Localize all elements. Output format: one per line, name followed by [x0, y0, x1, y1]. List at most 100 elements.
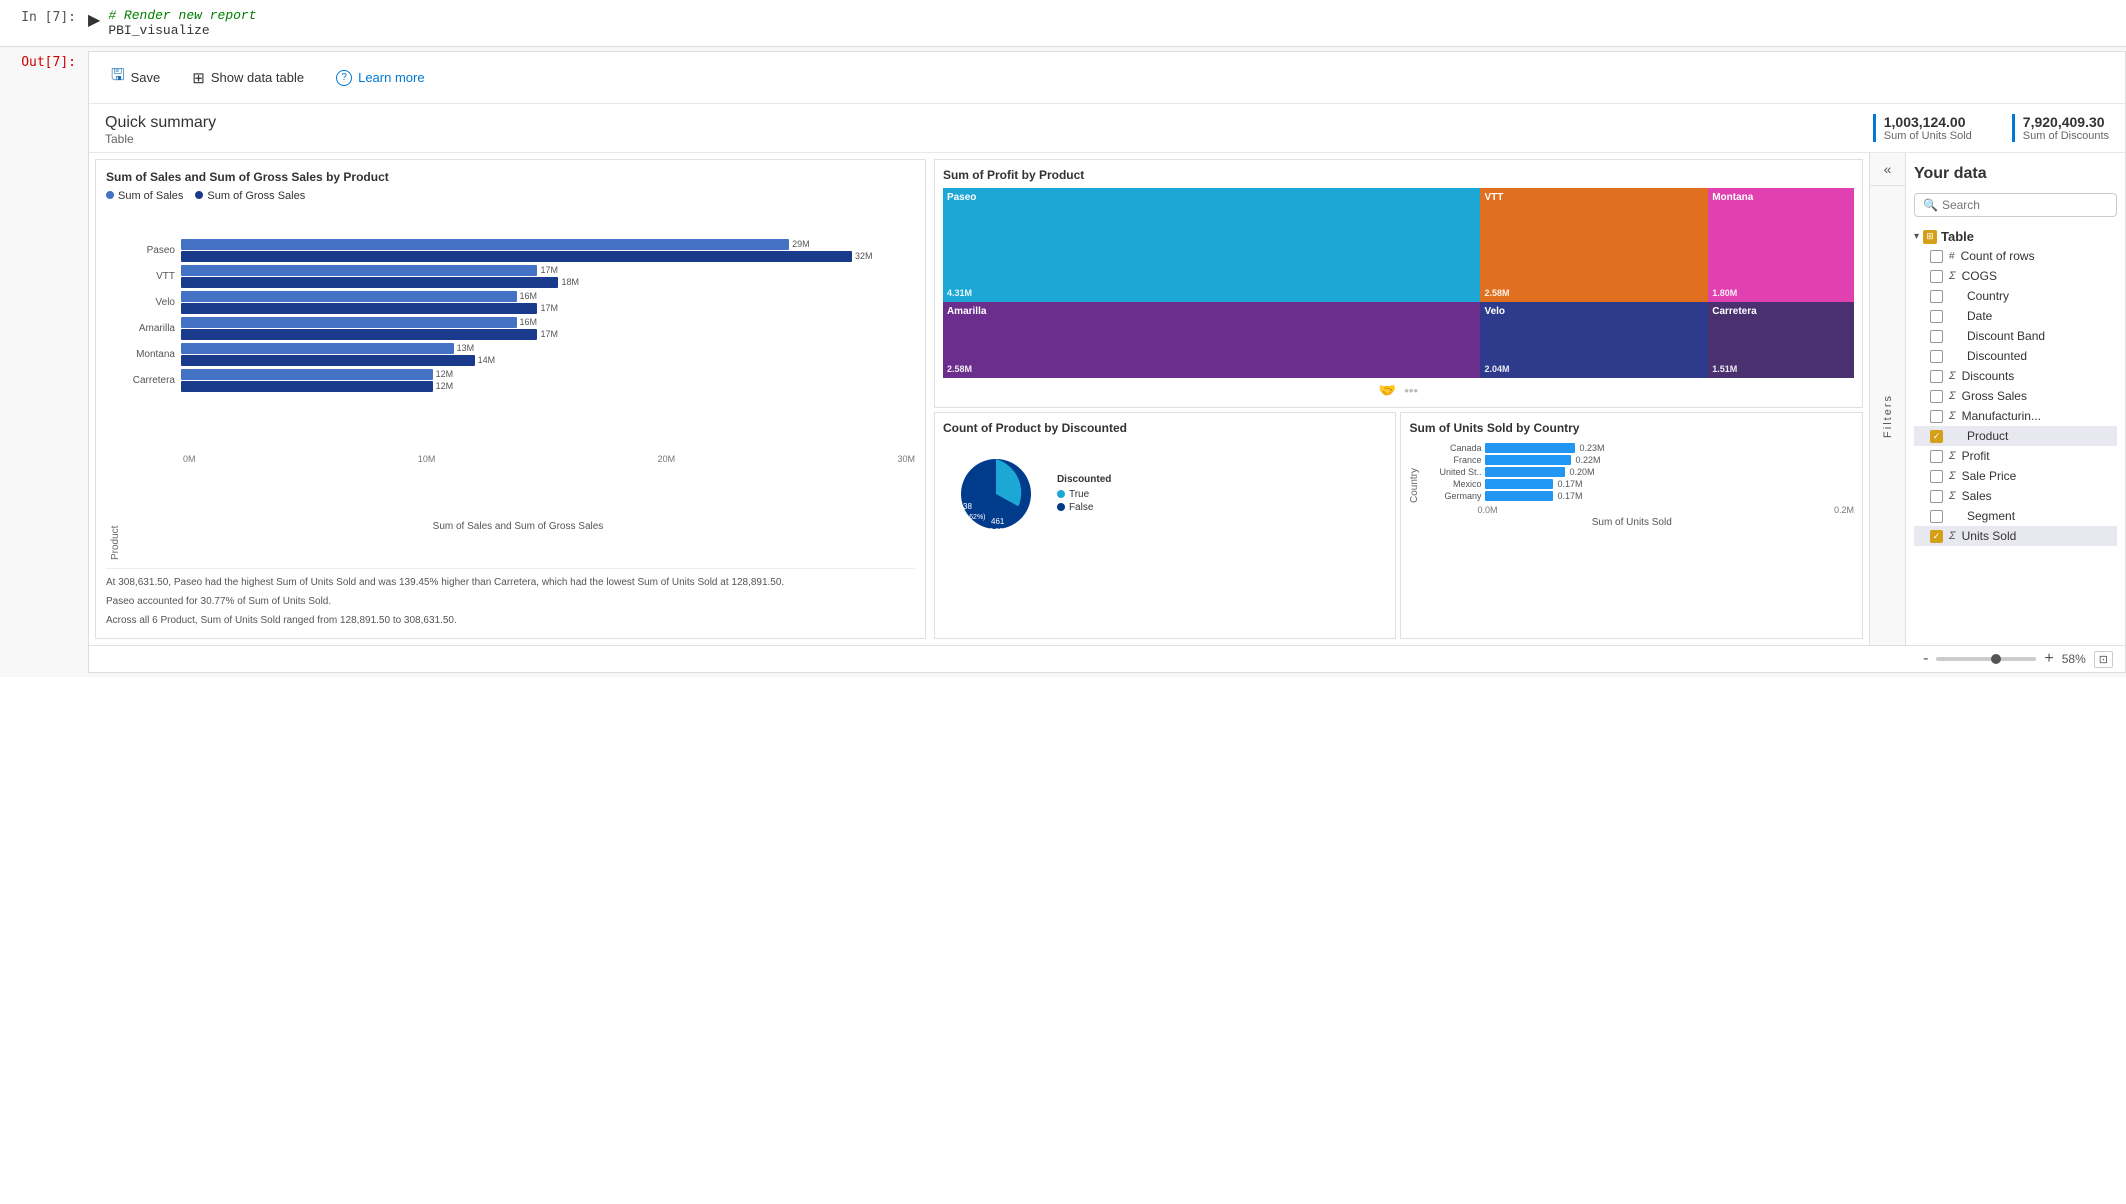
- field-name: Sale Price: [1962, 469, 2017, 483]
- field-checkbox: [1930, 330, 1943, 343]
- field-item[interactable]: Σ COGS: [1914, 266, 2117, 286]
- y-axis-label: Product: [106, 208, 121, 560]
- field-list: # Count of rows Σ COGS Country Date Disc…: [1914, 246, 2117, 546]
- search-box[interactable]: 🔍: [1914, 193, 2117, 217]
- country-bars: Canada 0.23M France 0.22M United St.. 0.…: [1420, 441, 1854, 503]
- learn-more-button[interactable]: ? Learn more: [330, 66, 430, 90]
- pie-legend-title: Discounted: [1057, 474, 1111, 485]
- field-item[interactable]: Σ Sales: [1914, 486, 2117, 506]
- field-item[interactable]: ✓ Σ Units Sold: [1914, 526, 2117, 546]
- table-group: ▾ ⊞ Table # Count of rows Σ COGS Country…: [1914, 227, 2117, 546]
- zoom-minus[interactable]: -: [1923, 650, 1928, 668]
- collapse-button[interactable]: «: [1870, 153, 1905, 186]
- field-item[interactable]: Σ Manufacturin...: [1914, 406, 2117, 426]
- field-item[interactable]: Σ Discounts: [1914, 366, 2117, 386]
- svg-text:461: 461: [991, 517, 1005, 526]
- country-x-label: Sum of Units Sold: [1409, 517, 1854, 528]
- stat-discounts: 7,920,409.30 Sum of Discounts: [2012, 114, 2109, 142]
- field-checkbox: [1930, 390, 1943, 403]
- code-comment: # Render new report: [108, 8, 256, 23]
- field-item[interactable]: Country: [1914, 286, 2117, 306]
- bottom-bar: - + 58% ⊡: [89, 645, 2125, 672]
- pie-false-item: False: [1057, 502, 1111, 513]
- collapse-icon: «: [1884, 161, 1892, 177]
- x-axis-label: Sum of Sales and Sum of Gross Sales: [121, 521, 915, 532]
- pie-true-item: True: [1057, 489, 1111, 500]
- stat-units-label: Sum of Units Sold: [1884, 130, 1972, 142]
- treemap-scroll-left[interactable]: 🤝: [1379, 382, 1396, 399]
- country-bar-row: Canada 0.23M: [1420, 443, 1854, 453]
- bar-row: Montana 13M 14M: [121, 343, 915, 366]
- field-name: Discounted: [1967, 349, 2027, 363]
- treemap-cell: Carretera1.51M: [1708, 302, 1854, 378]
- summary-subtitle: Table: [105, 132, 1873, 146]
- field-checkbox: [1930, 410, 1943, 423]
- field-checkbox: [1930, 350, 1943, 363]
- search-input[interactable]: [1942, 198, 2108, 212]
- toolbar: 🖫 Save ⊞ Show data table ? Learn more: [89, 52, 2125, 104]
- field-item[interactable]: Discount Band: [1914, 326, 2117, 346]
- field-item[interactable]: Σ Profit: [1914, 446, 2117, 466]
- table-name: Table: [1941, 229, 1974, 244]
- stat-discounts-value: 7,920,409.30: [2023, 114, 2105, 130]
- help-icon: ?: [336, 70, 352, 86]
- zoom-slider[interactable]: [1936, 657, 2036, 661]
- field-name: Manufacturin...: [1962, 409, 2041, 423]
- field-item[interactable]: # Count of rows: [1914, 246, 2117, 266]
- zoom-plus[interactable]: +: [2044, 650, 2053, 668]
- treemap-container: Paseo4.31MVTT2.58MMontana1.80MAmarilla2.…: [943, 188, 1854, 378]
- country-bar-row: Germany 0.17M: [1420, 491, 1854, 501]
- field-item[interactable]: ✓ Product: [1914, 426, 2117, 446]
- country-x-ticks: 0.0M0.2M: [1409, 505, 1854, 515]
- table-icon: ⊞: [192, 69, 205, 87]
- field-checkbox: [1930, 490, 1943, 503]
- treemap-cell: Velo2.04M: [1480, 302, 1708, 378]
- filters-button[interactable]: Filters: [1870, 186, 1905, 645]
- field-checkbox: ✓: [1930, 530, 1943, 543]
- table-header[interactable]: ▾ ⊞ Table: [1914, 227, 2117, 246]
- zoom-level: 58%: [2062, 652, 2086, 666]
- pie-legend: Discounted True False: [1057, 474, 1111, 515]
- field-checkbox: [1930, 470, 1943, 483]
- desc1: At 308,631.50, Paseo had the highest Sum…: [106, 575, 915, 590]
- bar-row: Carretera 12M 12M: [121, 369, 915, 392]
- country-chart-panel: Sum of Units Sold by Country Country Can…: [1400, 412, 1863, 639]
- treemap-cell: Amarilla2.58M: [943, 302, 1481, 378]
- field-item[interactable]: Σ Sale Price: [1914, 466, 2117, 486]
- field-item[interactable]: Date: [1914, 306, 2117, 326]
- expand-icon: ▾: [1914, 231, 1919, 242]
- data-panel: Your data 🔍 ▾ ⊞ Table # Count of rows: [1905, 153, 2125, 645]
- bar-chart-legend: Sum of Sales Sum of Gross Sales: [106, 190, 915, 202]
- filters-label: Filters: [1882, 394, 1894, 438]
- treemap-cell: Montana1.80M: [1708, 188, 1854, 302]
- field-item[interactable]: Discounted: [1914, 346, 2117, 366]
- field-item[interactable]: Σ Gross Sales: [1914, 386, 2117, 406]
- field-checkbox: [1930, 370, 1943, 383]
- pie-chart-panel: Count of Product by Discounted 38: [934, 412, 1397, 639]
- treemap-title: Sum of Profit by Product: [943, 168, 1854, 182]
- data-panel-title: Your data: [1914, 165, 2117, 183]
- field-name: Product: [1967, 429, 2008, 443]
- field-name: Discounts: [1962, 369, 2015, 383]
- fit-icon[interactable]: ⊡: [2094, 651, 2113, 668]
- field-name: Units Sold: [1962, 529, 2017, 543]
- stat-discounts-label: Sum of Discounts: [2023, 130, 2109, 142]
- stat-units-sold: 1,003,124.00 Sum of Units Sold: [1873, 114, 1972, 142]
- field-name: Gross Sales: [1962, 389, 2027, 403]
- pie-svg: 38 (7.62%) 461 (92.38%): [951, 449, 1041, 539]
- desc3: Across all 6 Product, Sum of Units Sold …: [106, 613, 915, 628]
- pie-area: 38 (7.62%) 461 (92.38%) Discounted: [943, 441, 1388, 547]
- bar-row: Paseo 29M 32M: [121, 239, 915, 262]
- field-item[interactable]: Segment: [1914, 506, 2117, 526]
- bar-chart-panel: Sum of Sales and Sum of Gross Sales by P…: [95, 159, 926, 639]
- country-bar-row: United St.. 0.20M: [1420, 467, 1854, 477]
- run-icon[interactable]: ▶: [88, 10, 100, 30]
- x-axis-ticks: 0M10M20M30M: [121, 454, 915, 464]
- field-name: Date: [1967, 309, 1992, 323]
- show-data-button[interactable]: ⊞ Show data table: [186, 65, 310, 91]
- side-panel: « Filters: [1869, 153, 1905, 645]
- bar-row: VTT 17M 18M: [121, 265, 915, 288]
- table-type-icon: ⊞: [1923, 230, 1937, 244]
- zoom-thumb: [1991, 654, 2001, 664]
- save-button[interactable]: 🖫 Save: [105, 60, 166, 95]
